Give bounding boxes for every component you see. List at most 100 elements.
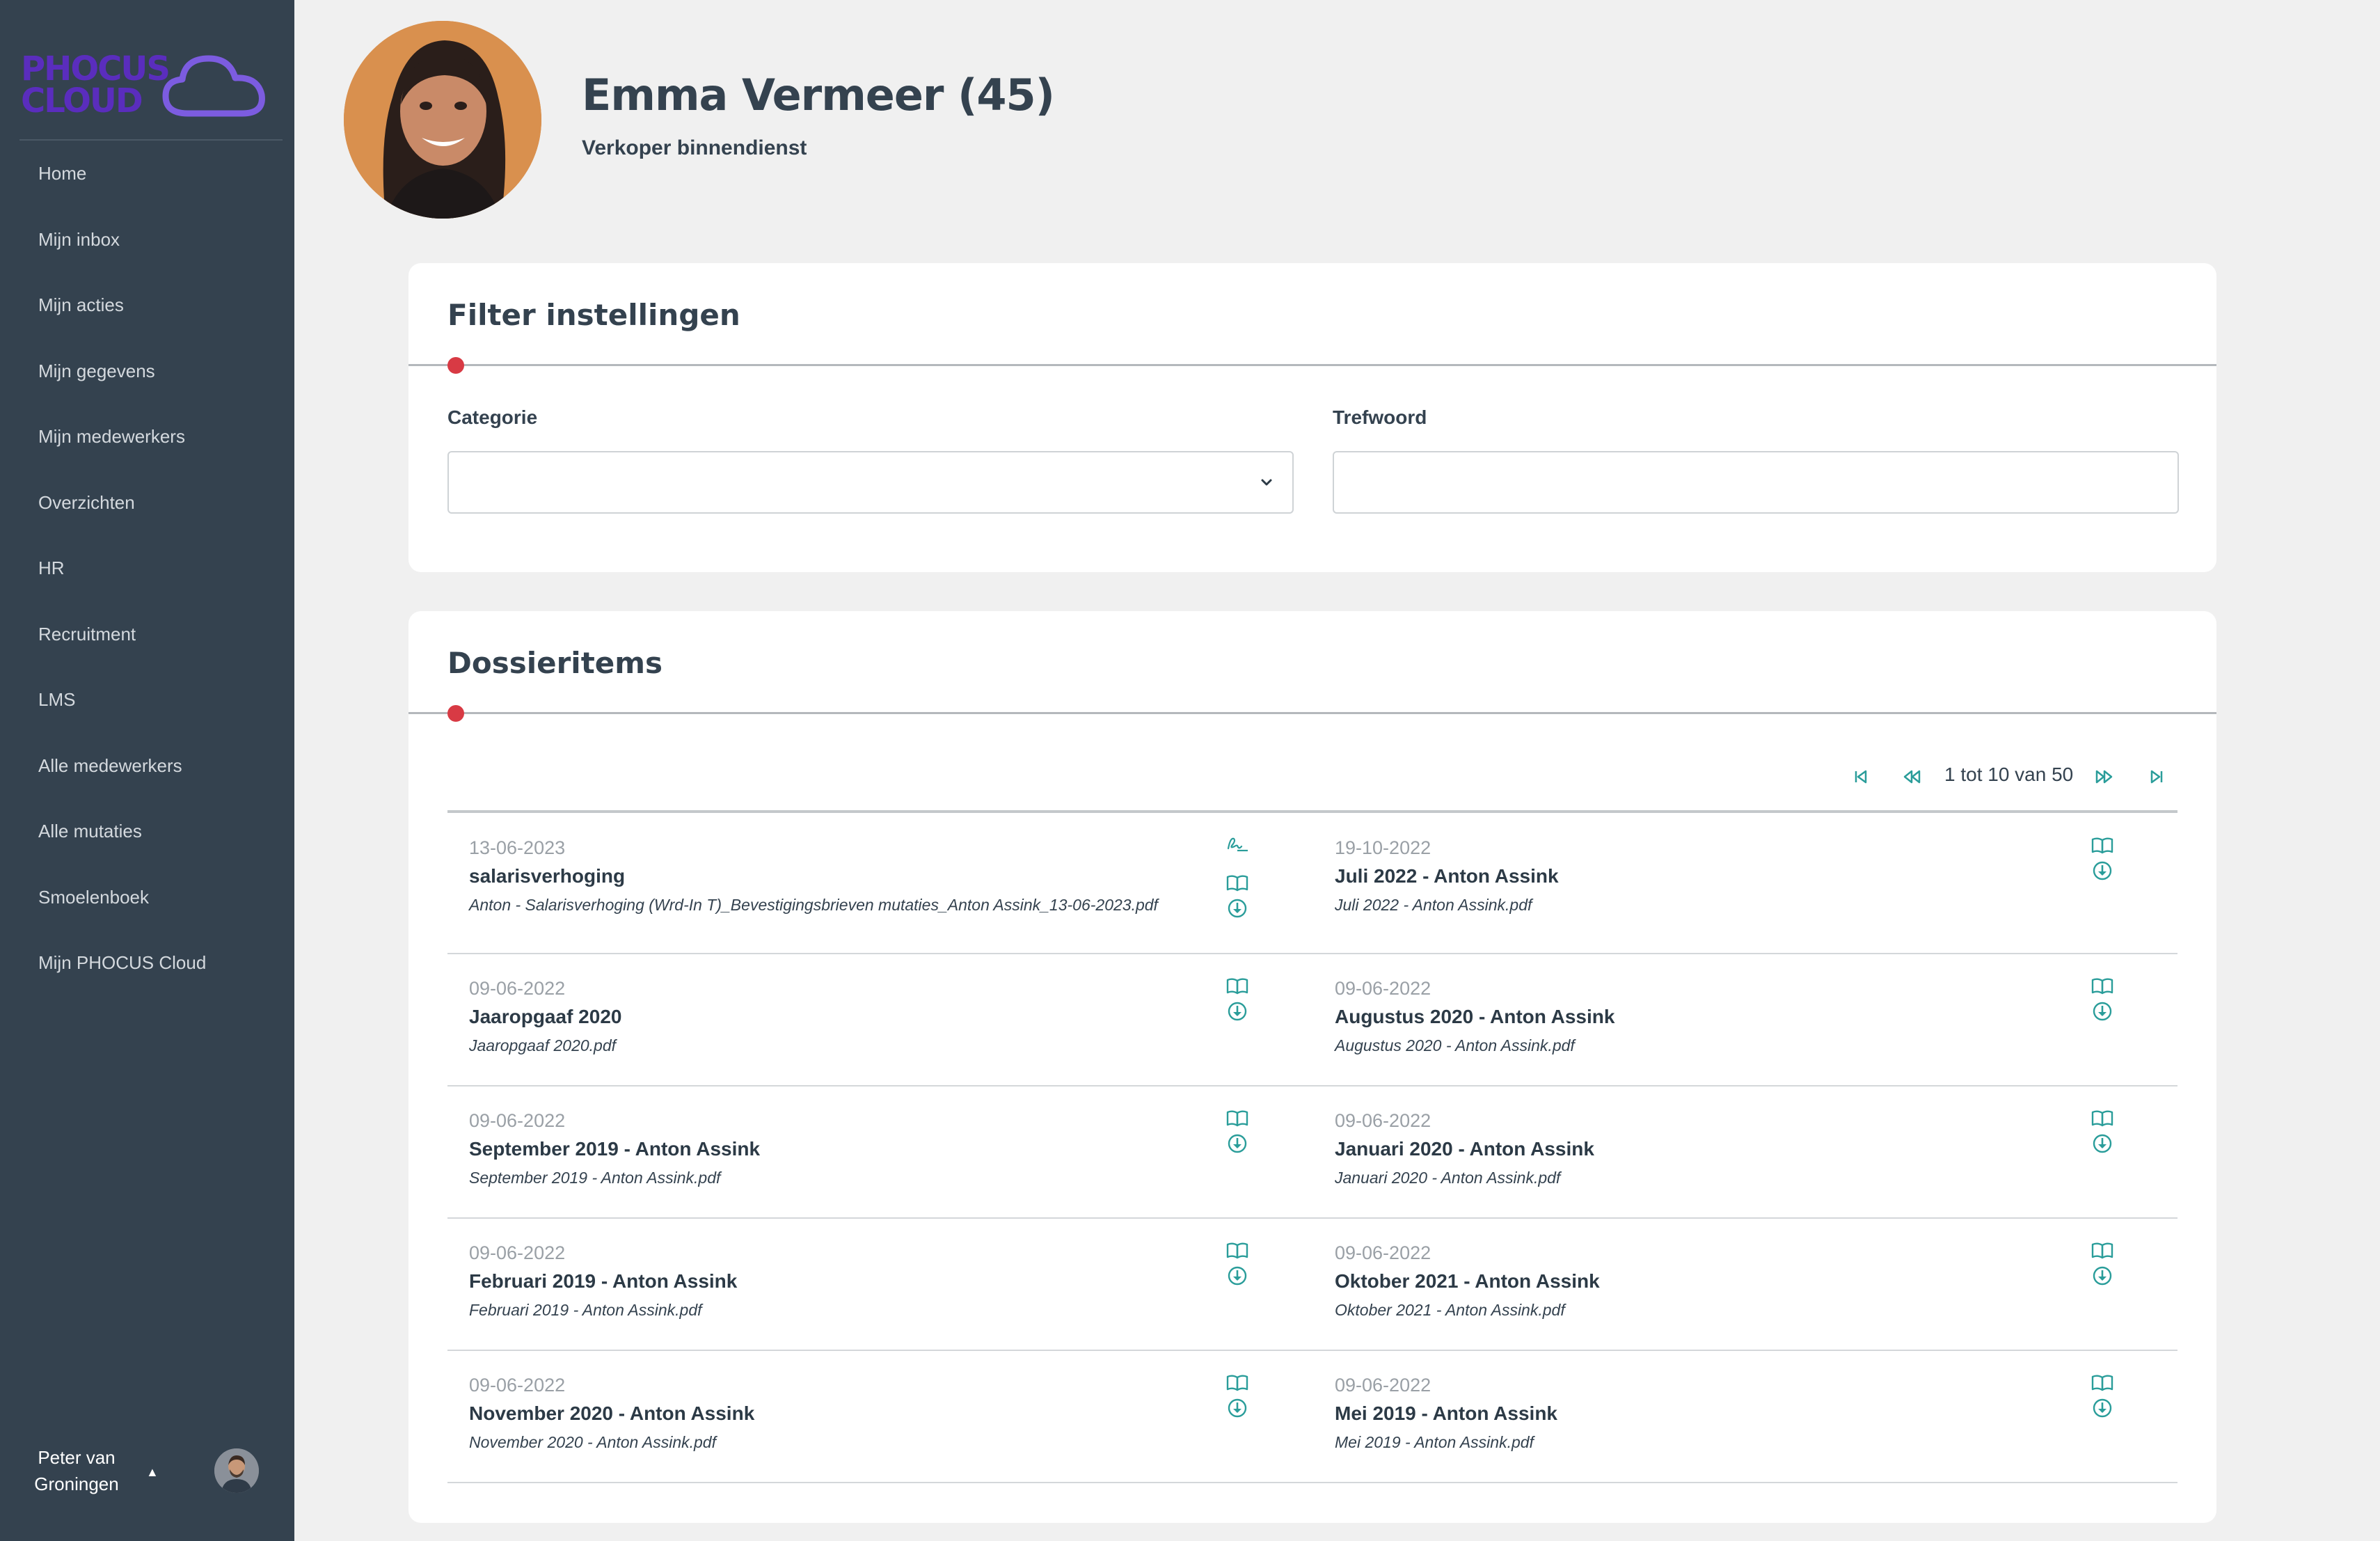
sidebar-item-hr[interactable]: HR — [0, 535, 294, 601]
item-title[interactable]: November 2020 - Anton Assink — [469, 1402, 754, 1425]
list-top-divider — [447, 810, 2177, 813]
item-filename: September 2019 - Anton Assink.pdf — [469, 1169, 721, 1187]
item-date: 19-10-2022 — [1335, 837, 1431, 858]
book-icon[interactable] — [1225, 974, 1250, 999]
item-filename: Augustus 2020 - Anton Assink.pdf — [1335, 1036, 1575, 1054]
list-item: 09-06-2022 Oktober 2021 - Anton Assink Okt… — [1335, 1242, 2135, 1347]
dossier-title: Dossieritems — [447, 646, 663, 680]
item-filename: Januari 2020 - Anton Assink.pdf — [1335, 1169, 1561, 1187]
list-item: 09-06-2022 September 2019 - Anton Assink S… — [469, 1110, 1269, 1215]
download-icon[interactable] — [1225, 999, 1250, 1024]
row-divider — [447, 1085, 2177, 1086]
filter-title: Filter instellingen — [447, 298, 740, 332]
download-icon[interactable] — [2090, 999, 2115, 1024]
list-item: 19-10-2022 Juli 2022 - Anton Assink Juli 2… — [1335, 837, 2135, 942]
sidebar-item-mijn-phocus-cloud[interactable]: Mijn PHOCUS Cloud — [0, 930, 294, 996]
dossier-divider — [408, 712, 2216, 714]
sidebar-nav: Home Mijn inbox Mijn acties Mijn gegeven… — [0, 141, 294, 996]
sign-icon[interactable] — [1225, 832, 1250, 857]
download-icon[interactable] — [1225, 1131, 1250, 1156]
categorie-select[interactable] — [447, 451, 1294, 514]
first-page-icon[interactable] — [1849, 765, 1873, 789]
sidebar-item-overzichten[interactable]: Overzichten — [0, 470, 294, 536]
sidebar-item-mijn-inbox[interactable]: Mijn inbox — [0, 207, 294, 273]
avatar[interactable] — [214, 1448, 259, 1493]
item-title[interactable]: Januari 2020 - Anton Assink — [1335, 1138, 1594, 1160]
list-item: 09-06-2022 Jaaropgaaf 2020 Jaaropgaaf 2020… — [469, 978, 1269, 1082]
item-filename: November 2020 - Anton Assink.pdf — [469, 1433, 716, 1451]
sidebar: PHOCUS CLOUD Home Mijn inbox Mijn acties… — [0, 0, 294, 1541]
sidebar-item-alle-mutaties[interactable]: Alle mutaties — [0, 798, 294, 864]
sidebar-item-mijn-medewerkers[interactable]: Mijn medewerkers — [0, 404, 294, 470]
item-filename: Anton - Salarisverhoging (Wrd-In T)_Beve… — [469, 896, 1158, 914]
item-title[interactable]: salarisverhoging — [469, 865, 625, 887]
item-title[interactable]: Oktober 2021 - Anton Assink — [1335, 1270, 1600, 1293]
book-icon[interactable] — [1225, 1370, 1250, 1396]
cloud-icon — [162, 55, 265, 117]
item-filename: Oktober 2021 - Anton Assink.pdf — [1335, 1301, 1565, 1319]
item-date: 09-06-2022 — [469, 1110, 566, 1131]
list-item: 09-06-2022 Mei 2019 - Anton Assink Mei 201… — [1335, 1375, 2135, 1479]
row-divider — [447, 1482, 2177, 1483]
sidebar-item-mijn-acties[interactable]: Mijn acties — [0, 272, 294, 338]
item-title[interactable]: September 2019 - Anton Assink — [469, 1138, 760, 1160]
item-filename: Juli 2022 - Anton Assink.pdf — [1335, 896, 1532, 914]
sidebar-item-alle-medewerkers[interactable]: Alle medewerkers — [0, 733, 294, 799]
item-date: 09-06-2022 — [469, 1242, 566, 1263]
download-icon[interactable] — [1225, 1396, 1250, 1421]
filter-divider — [408, 364, 2216, 366]
caret-up-icon[interactable]: ▲ — [146, 1465, 159, 1480]
book-icon[interactable] — [2090, 1238, 2115, 1263]
sidebar-item-recruitment[interactable]: Recruitment — [0, 601, 294, 667]
trefwoord-field[interactable] — [1333, 451, 2179, 514]
item-title[interactable]: Jaaropgaaf 2020 — [469, 1006, 621, 1028]
list-item: 13-06-2023 salarisverhoging Anton - Salari… — [469, 837, 1269, 942]
download-icon[interactable] — [2090, 1396, 2115, 1421]
book-icon[interactable] — [2090, 1370, 2115, 1396]
last-page-icon[interactable] — [2145, 765, 2168, 789]
item-filename: Mei 2019 - Anton Assink.pdf — [1335, 1433, 1534, 1451]
book-icon[interactable] — [1225, 1238, 1250, 1263]
item-title[interactable]: Juli 2022 - Anton Assink — [1335, 865, 1559, 887]
row-divider — [447, 953, 2177, 954]
item-date: 09-06-2022 — [469, 978, 566, 999]
book-icon[interactable] — [2090, 974, 2115, 999]
book-icon[interactable] — [2090, 833, 2115, 858]
sidebar-item-home[interactable]: Home — [0, 141, 294, 207]
sidebar-item-smoelenboek[interactable]: Smoelenboek — [0, 864, 294, 931]
item-date: 09-06-2022 — [1335, 1242, 1431, 1263]
logo-wordmark: PHOCUS CLOUD — [21, 49, 170, 120]
user-name: Peter van Groningen — [34, 1447, 119, 1494]
item-title[interactable]: Augustus 2020 - Anton Assink — [1335, 1006, 1615, 1028]
chevron-down-icon — [1261, 479, 1272, 486]
categorie-label: Categorie — [447, 406, 538, 428]
item-date: 09-06-2022 — [1335, 978, 1431, 999]
download-icon[interactable] — [1225, 1263, 1250, 1288]
book-icon[interactable] — [2090, 1106, 2115, 1131]
download-icon[interactable] — [1225, 896, 1250, 921]
book-icon[interactable] — [1225, 871, 1250, 896]
item-title[interactable]: Mei 2019 - Anton Assink — [1335, 1402, 1557, 1425]
pagination-text: 1 tot 10 van 50 — [1944, 764, 2074, 785]
sidebar-item-mijn-gegevens[interactable]: Mijn gegevens — [0, 338, 294, 404]
profile-photo — [344, 21, 541, 219]
sidebar-item-lms[interactable]: LMS — [0, 667, 294, 733]
download-icon[interactable] — [2090, 1131, 2115, 1156]
row-divider — [447, 1350, 2177, 1351]
item-title[interactable]: Februari 2019 - Anton Assink — [469, 1270, 737, 1293]
row-divider — [447, 1217, 2177, 1219]
item-date: 09-06-2022 — [469, 1375, 566, 1396]
book-icon[interactable] — [1225, 1106, 1250, 1131]
download-icon[interactable] — [2090, 858, 2115, 883]
item-filename: Februari 2019 - Anton Assink.pdf — [469, 1301, 702, 1319]
profile-role: Verkoper binnendienst — [582, 136, 807, 159]
trefwoord-label: Trefwoord — [1333, 406, 1427, 428]
previous-page-icon[interactable] — [1900, 765, 1923, 789]
list-item: 09-06-2022 Januari 2020 - Anton Assink Jan… — [1335, 1110, 2135, 1215]
next-page-icon[interactable] — [2093, 765, 2116, 789]
trefwoord-input[interactable] — [1334, 452, 2177, 512]
phocus-cloud-logo[interactable]: PHOCUS CLOUD — [21, 49, 265, 125]
user-menu[interactable]: Peter van Groningen ▲ — [0, 1430, 294, 1514]
list-item: 09-06-2022 Augustus 2020 - Anton Assink Au… — [1335, 978, 2135, 1082]
download-icon[interactable] — [2090, 1263, 2115, 1288]
